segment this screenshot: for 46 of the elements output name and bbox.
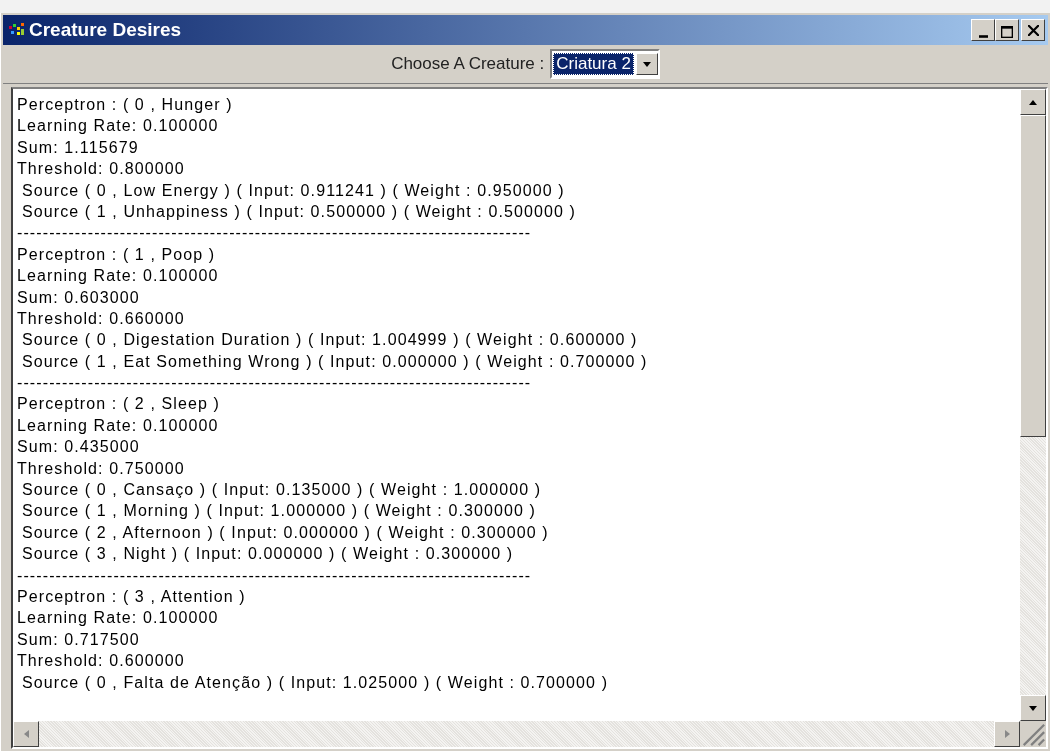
source-text: Source ( 1 , Eat Something Wrong ) ( Input: 0.000000 ) ( Weight : 0.700000 ) [22,352,648,370]
learning-rate-text: Learning Rate: 0.100000 [17,609,219,627]
source-text: Source ( 0 , Digestation Duration ) ( Input: 1.004999 ) ( Weight : 0.600000 ) [22,331,638,349]
separator-dashes: -------------------------------------------------------------------------------- [17,566,532,584]
maximize-button[interactable] [995,19,1019,41]
threshold-text: Threshold: 0.600000 [17,652,185,670]
minimize-icon [978,35,988,38]
scroll-left-icon [23,730,29,738]
source-text: Source ( 1 , Morning ) ( Input: 1.000000 ) ( Weight : 0.300000 ) [22,502,536,520]
separator-dashes: -------------------------------------------------------------------------------- [17,374,532,392]
sum-text: Sum: 0.717500 [17,630,140,648]
learning-rate-text: Learning Rate: 0.100000 [17,117,219,135]
scroll-down-icon [1029,705,1037,711]
learning-rate-text: Learning Rate: 0.100000 [17,416,219,434]
app-icon [9,23,25,37]
sum-text: Sum: 0.603000 [17,288,140,306]
source-text: Source ( 0 , Falta de Atenção ) ( Input: 1.025000 ) ( Weight : 0.700000 ) [22,673,609,691]
creature-label: Choose A Creature : [391,54,545,74]
source-text: Source ( 0 , Low Energy ) ( Input: 0.911241 ) ( Weight : 0.950000 ) [22,181,565,199]
source-text: Source ( 2 , Afternoon ) ( Input: 0.000000 ) ( Weight : 0.300000 ) [22,523,549,541]
close-icon [1027,24,1039,36]
scroll-up-icon [1029,99,1037,105]
source-text: Source ( 1 , Unhappiness ) ( Input: 0.500000 ) ( Weight : 0.500000 ) [22,202,576,220]
source-text: Source ( 3 , Night ) ( Input: 0.000000 ) ( Weight : 0.300000 ) [22,545,514,563]
close-button[interactable] [1021,19,1045,41]
window-title: Creature Desires [29,19,183,41]
resize-grip-icon[interactable] [1020,721,1046,747]
perceptron-heading: Perceptron : ( 3 , Attention ) [17,588,246,605]
sum-text: Sum: 0.435000 [17,438,140,456]
perceptron-heading: Perceptron : ( 1 , Poop ) [17,245,216,263]
scroll-right-icon [1004,730,1010,738]
dropdown-arrow-icon [642,61,651,67]
minimize-button[interactable] [971,19,995,41]
threshold-text: Threshold: 0.750000 [17,459,185,477]
creature-dropdown[interactable]: Criatura 2 [550,49,660,79]
threshold-text: Threshold: 0.660000 [17,309,185,327]
threshold-text: Threshold: 0.800000 [17,160,185,178]
source-text: Source ( 0 , Cansaço ) ( Input: 0.135000 ) ( Weight : 1.000000 ) [22,481,542,499]
separator-dashes: -------------------------------------------------------------------------------- [17,224,532,242]
perceptron-heading: Perceptron : ( 2 , Sleep ) [17,395,220,413]
sum-text: Sum: 1.115679 [17,138,139,156]
vertical-scrollbar[interactable] [1020,89,1046,721]
maximize-icon [1001,26,1013,38]
learning-rate-text: Learning Rate: 0.100000 [17,267,219,285]
perceptron-heading: Perceptron : ( 0 , Hunger ) [17,96,233,113]
horizontal-scrollbar[interactable] [13,721,1020,747]
